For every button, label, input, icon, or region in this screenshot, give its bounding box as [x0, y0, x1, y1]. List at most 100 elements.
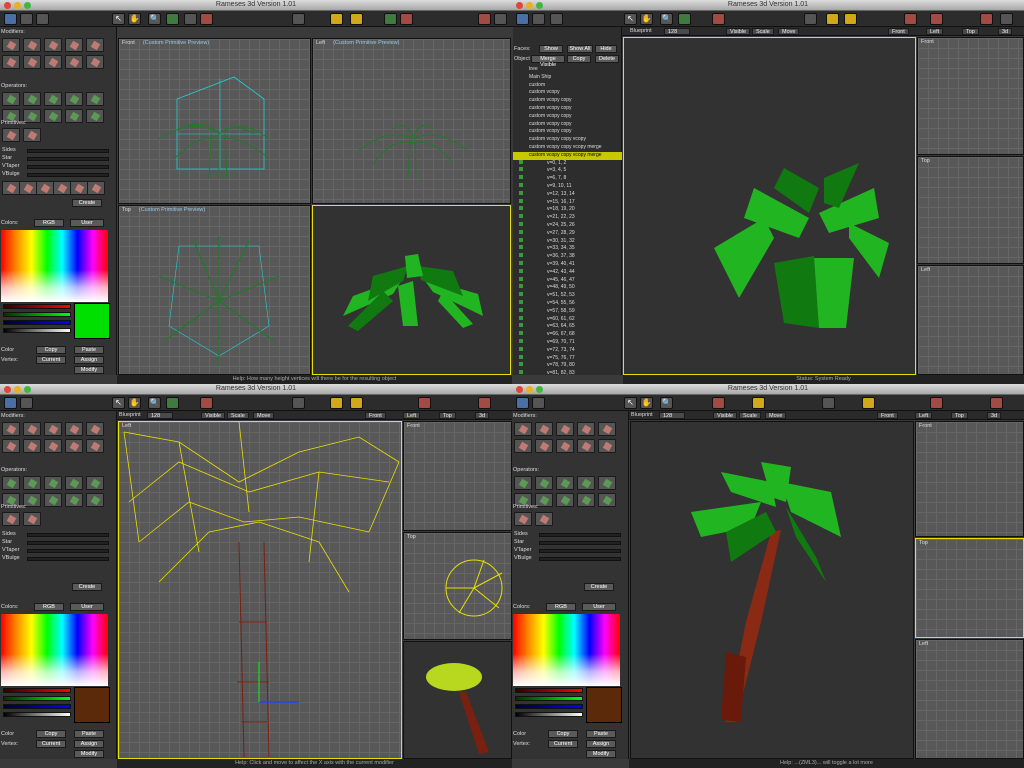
operator-icon[interactable] [44, 493, 62, 507]
blue-bar[interactable] [515, 704, 583, 709]
face-row[interactable]: v=45, 46, 47 [513, 276, 622, 285]
assign-button[interactable]: Assign [74, 356, 104, 364]
object-row[interactable]: custom vcopy copy vcopy [513, 136, 622, 144]
face-row[interactable]: v=39, 40, 41 [513, 261, 622, 269]
copy-button[interactable]: Copy [36, 346, 66, 354]
vbulge-slider[interactable]: VBulge [2, 171, 112, 178]
blue-bar[interactable] [3, 704, 71, 709]
modifier-icon[interactable] [44, 439, 62, 453]
blue-bar[interactable] [3, 320, 71, 325]
object-row[interactable]: custom vcopy copy [513, 128, 622, 136]
scale-button[interactable]: Scale [227, 412, 249, 419]
modifier-icon[interactable] [598, 439, 616, 453]
operator-icon[interactable] [556, 476, 574, 490]
face-row[interactable]: v=6, 7, 8 [513, 175, 622, 183]
box-icon[interactable] [200, 13, 213, 25]
modifier-icon[interactable] [556, 439, 574, 453]
mini-3d-viewport[interactable] [403, 641, 512, 759]
pyramid-icon[interactable] [514, 512, 532, 526]
face-row[interactable]: v=60, 61, 62 [513, 315, 622, 324]
rgb-tab[interactable]: RGB [34, 219, 64, 227]
modifier-icon[interactable] [514, 439, 532, 453]
hand-icon[interactable]: ✋ [128, 13, 141, 25]
object-row[interactable]: tree [513, 66, 622, 74]
operator-icon[interactable] [598, 476, 616, 490]
select-all-icon[interactable] [844, 13, 857, 25]
face-row[interactable]: v=3, 4, 5 [513, 167, 622, 175]
cube-red-icon[interactable] [980, 13, 993, 25]
vbulge-slider[interactable]: VBulge [2, 555, 112, 562]
object-row[interactable]: custom vcopy [513, 89, 622, 97]
zoom-tool-icon[interactable]: 🔍 [148, 13, 161, 25]
object-row[interactable]: custom vcopy copy [513, 121, 622, 129]
cube-icon[interactable] [930, 397, 943, 409]
create-button[interactable]: Create [72, 199, 102, 207]
show-all-button[interactable]: Show All [567, 45, 593, 53]
modifier-icon[interactable] [65, 422, 83, 436]
shape-icon[interactable] [19, 181, 37, 195]
operator-icon[interactable] [23, 92, 41, 106]
mini-top-viewport[interactable]: Top [915, 538, 1024, 638]
cube-red-icon[interactable] [478, 397, 491, 409]
operator-icon[interactable] [86, 493, 104, 507]
folder-icon[interactable] [516, 13, 529, 25]
box-icon[interactable] [712, 397, 725, 409]
save-icon[interactable] [532, 397, 545, 409]
user-tab[interactable]: User [70, 219, 104, 227]
cube-icon[interactable] [400, 13, 413, 25]
modifier-icon[interactable] [86, 422, 104, 436]
perspective-viewport[interactable] [623, 37, 916, 375]
modifier-icon[interactable] [514, 422, 532, 436]
object-row[interactable]: custom vcopy copy vcopy merge [513, 144, 622, 152]
operator-icon[interactable] [556, 493, 574, 507]
paste-button[interactable]: Paste [74, 730, 104, 738]
copy-button[interactable]: Copy [36, 730, 66, 738]
face-row[interactable]: v=78, 79, 80 [513, 362, 622, 370]
hand-icon[interactable]: ✋ [128, 397, 141, 409]
create-button[interactable]: Create [584, 583, 614, 591]
tab-left[interactable]: Left [926, 28, 944, 35]
modifier-icon[interactable] [577, 439, 595, 453]
cube-red-icon[interactable] [904, 13, 917, 25]
operator-icon[interactable] [44, 109, 62, 123]
tab-top[interactable]: Top [439, 412, 456, 419]
modifier-icon[interactable] [44, 38, 62, 52]
green-bar[interactable] [3, 696, 71, 701]
object-row[interactable]: custom [513, 82, 622, 90]
face-row[interactable]: v=54, 55, 56 [513, 300, 622, 308]
face-row[interactable]: v=36, 37, 38 [513, 253, 622, 261]
star-slider[interactable]: Star [2, 539, 112, 546]
operator-icon[interactable] [577, 493, 595, 507]
modifier-icon[interactable] [86, 38, 104, 52]
paste-button[interactable]: Paste [74, 346, 104, 354]
face-row[interactable]: v=15, 16, 17 [513, 198, 622, 207]
face-row[interactable]: v=21, 22, 23 [513, 214, 622, 222]
select-all-icon[interactable] [350, 13, 363, 25]
box-icon[interactable] [712, 13, 725, 25]
color-spectrum[interactable] [513, 614, 620, 686]
sides-slider[interactable]: Sides [2, 531, 112, 538]
pointer-icon[interactable]: ↖ [112, 13, 125, 25]
modifier-icon[interactable] [65, 55, 83, 69]
tab-3d[interactable]: 3d [998, 28, 1013, 35]
operator-icon[interactable] [577, 476, 595, 490]
pyramid-icon[interactable] [2, 512, 20, 526]
operator-icon[interactable] [44, 92, 62, 106]
face-row[interactable]: v=72, 73, 74 [513, 346, 622, 355]
paste-button[interactable]: Paste [586, 730, 616, 738]
operator-icon[interactable] [86, 476, 104, 490]
user-tab[interactable]: User [70, 603, 104, 611]
current-button[interactable]: Current [548, 740, 578, 748]
modifier-icon[interactable] [598, 422, 616, 436]
vtaper-slider[interactable]: VTaper [514, 547, 624, 554]
tab-top[interactable]: Top [962, 28, 979, 35]
select-icon[interactable] [752, 397, 765, 409]
pyramid-icon[interactable] [2, 128, 20, 142]
copy-object-button[interactable]: Copy [567, 55, 591, 63]
save-icon[interactable] [532, 13, 545, 25]
save-icon[interactable] [20, 397, 33, 409]
modifier-icon[interactable] [2, 55, 20, 69]
assign-button[interactable]: Assign [586, 740, 616, 748]
operator-icon[interactable] [598, 493, 616, 507]
create-button[interactable]: Create [72, 583, 102, 591]
